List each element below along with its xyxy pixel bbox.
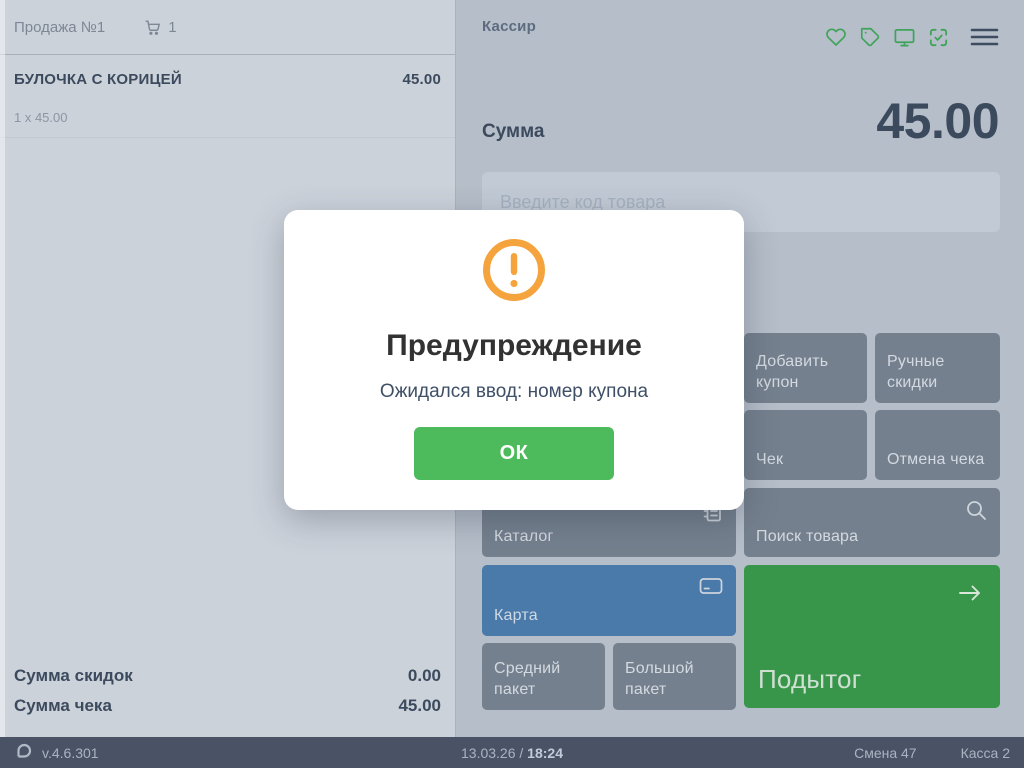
subtotal-button[interactable]: Подытог	[744, 565, 1000, 708]
datetime: 13.03.26 / 18:24	[0, 745, 1024, 761]
button-label: Карта	[494, 606, 538, 624]
button-label: Добавить купон	[756, 352, 829, 391]
scan-check-icon[interactable]	[925, 24, 951, 50]
dialog-title: Предупреждение	[386, 329, 642, 362]
button-label: Подытог	[758, 663, 862, 694]
button-label: Ручные скидки	[887, 352, 945, 391]
header-icons	[823, 24, 999, 50]
item-qty-line: 1 x 45.00	[14, 110, 68, 125]
discounts-value: 0.00	[407, 666, 441, 685]
item-price: 45.00	[402, 71, 441, 88]
cancel-receipt-button[interactable]: Отмена чека	[875, 410, 1000, 480]
tag-icon[interactable]	[857, 24, 883, 50]
sum-label: Сумма	[482, 121, 545, 142]
cart-icon	[143, 18, 162, 37]
receipt-button[interactable]: Чек	[744, 410, 867, 480]
manual-discounts-button[interactable]: Ручные скидки	[875, 333, 1000, 403]
medium-bag-button[interactable]: Средний пакет	[482, 643, 605, 710]
search-product-button[interactable]: Поиск товара	[744, 488, 1000, 557]
ok-button[interactable]: ОК	[414, 427, 614, 480]
arrow-right-icon	[956, 579, 984, 613]
button-label: Отмена чека	[887, 450, 985, 468]
add-coupon-button[interactable]: Добавить купон	[744, 333, 867, 403]
card-button[interactable]: Карта	[482, 565, 736, 636]
button-label: Поиск товара	[756, 527, 859, 545]
monitor-icon[interactable]	[891, 24, 917, 50]
sale-title: Продажа №1	[14, 18, 106, 36]
receipt-total-label: Сумма чека	[14, 696, 112, 715]
receipt-item-row[interactable]: БУЛОЧКА С КОРИЦЕЙ 45.00 1 x 45.00	[0, 55, 455, 138]
card-icon	[698, 575, 724, 603]
date-text: 13.03.26 /	[461, 744, 528, 761]
warning-dialog: Предупреждение Ожидался ввод: номер купо…	[284, 210, 744, 510]
receipt-total-value: 45.00	[398, 696, 441, 715]
cashier-label: Кассир	[482, 18, 536, 35]
cart-indicator: 1	[143, 18, 177, 37]
time-text: 18:24	[527, 744, 563, 761]
button-label: Чек	[756, 450, 784, 468]
cart-count: 1	[168, 18, 177, 36]
button-label: Каталог	[494, 527, 554, 545]
dialog-message: Ожидался ввод: номер купона	[379, 381, 649, 402]
button-label: Большой пакет	[625, 659, 694, 698]
discounts-label: Сумма скидок	[14, 666, 133, 685]
heart-icon[interactable]	[823, 24, 849, 50]
totals-block: Сумма скидок 0.00 Сумма чека 45.00	[0, 661, 455, 737]
item-name: БУЛОЧКА С КОРИЦЕЙ	[14, 71, 182, 88]
warning-icon	[482, 238, 546, 307]
sum-value: 45.00	[876, 93, 999, 149]
search-icon	[964, 498, 988, 528]
status-bar: v.4.6.301 13.03.26 / 18:24 Смена 47 Касс…	[0, 737, 1024, 768]
menu-icon[interactable]	[969, 24, 999, 50]
big-bag-button[interactable]: Большой пакет	[613, 643, 736, 710]
button-label: Средний пакет	[494, 659, 561, 698]
sale-header: Продажа №1 1	[0, 0, 455, 55]
